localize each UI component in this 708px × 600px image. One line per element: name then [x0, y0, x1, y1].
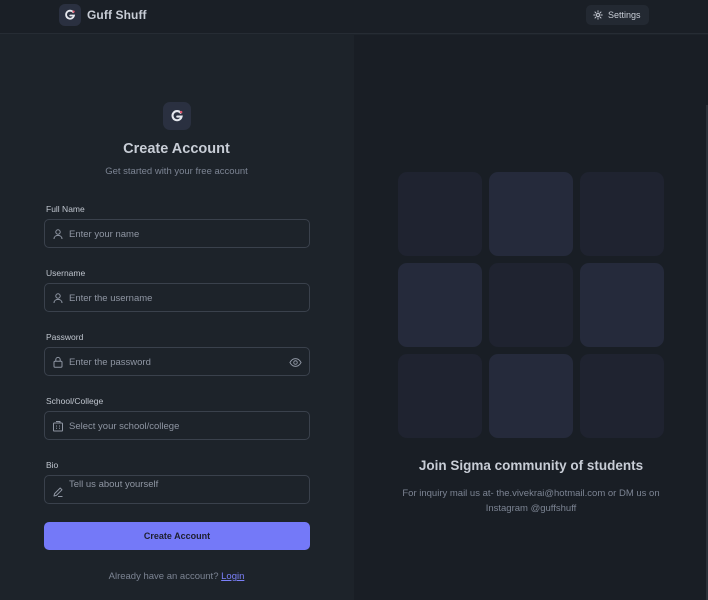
school-select[interactable]: Select your school/college: [44, 411, 310, 440]
password-label: Password: [46, 332, 84, 342]
lock-icon: [53, 356, 63, 368]
bio-placeholder: Tell us about yourself: [69, 479, 159, 490]
username-label: Username: [46, 268, 86, 278]
app-title[interactable]: Guff Shuff: [87, 8, 147, 22]
pattern-tile: [489, 354, 573, 438]
form-heading: Create Account: [123, 141, 230, 157]
form-subheading: Get started with your free account: [105, 166, 248, 177]
login-prompt: Already have an account? Login: [0, 571, 353, 582]
full-name-label: Full Name: [46, 204, 85, 214]
bio-label: Bio: [46, 460, 59, 470]
g-logo-icon[interactable]: [59, 4, 81, 26]
settings-label: Settings: [608, 10, 641, 20]
pattern-tile: [580, 172, 664, 256]
building-icon: [53, 421, 63, 432]
pattern-tile: [580, 354, 664, 438]
eye-icon[interactable]: [289, 356, 302, 369]
promo-title: Join Sigma community of students: [418, 458, 644, 473]
pattern-tile: [398, 263, 482, 347]
username-placeholder: Enter the username: [69, 293, 153, 304]
promo-description: For inquiry mail us at- the.vivekrai@hot…: [402, 488, 660, 514]
pattern-tile: [398, 172, 482, 256]
create-account-button[interactable]: Create Account: [44, 522, 310, 550]
navbar: Guff Shuff Settings: [0, 0, 708, 34]
username-input[interactable]: Enter the username: [44, 283, 310, 312]
login-prompt-text: Already have an account?: [108, 571, 219, 582]
bio-textarea[interactable]: Tell us about yourself: [44, 475, 310, 504]
full-name-input[interactable]: Enter your name: [44, 219, 310, 248]
user-icon: [53, 229, 63, 240]
full-name-placeholder: Enter your name: [69, 229, 140, 240]
g-logo-icon: [163, 102, 191, 130]
pattern-tile: [580, 263, 664, 347]
gear-icon: [593, 10, 603, 20]
pattern-tile: [489, 263, 573, 347]
signup-panel: Create Account Get started with your fre…: [0, 35, 353, 600]
school-placeholder: Select your school/college: [69, 421, 180, 432]
user-icon: [53, 293, 63, 304]
password-input[interactable]: Enter the password: [44, 347, 310, 376]
promo-panel: Join Sigma community of students For inq…: [354, 35, 708, 600]
pattern-tile: [398, 354, 482, 438]
password-placeholder: Enter the password: [69, 357, 151, 368]
settings-button[interactable]: Settings: [586, 5, 649, 25]
pencil-icon: [53, 487, 63, 497]
login-link[interactable]: Login: [221, 571, 244, 582]
school-label: School/College: [46, 396, 104, 406]
pattern-tile: [489, 172, 573, 256]
